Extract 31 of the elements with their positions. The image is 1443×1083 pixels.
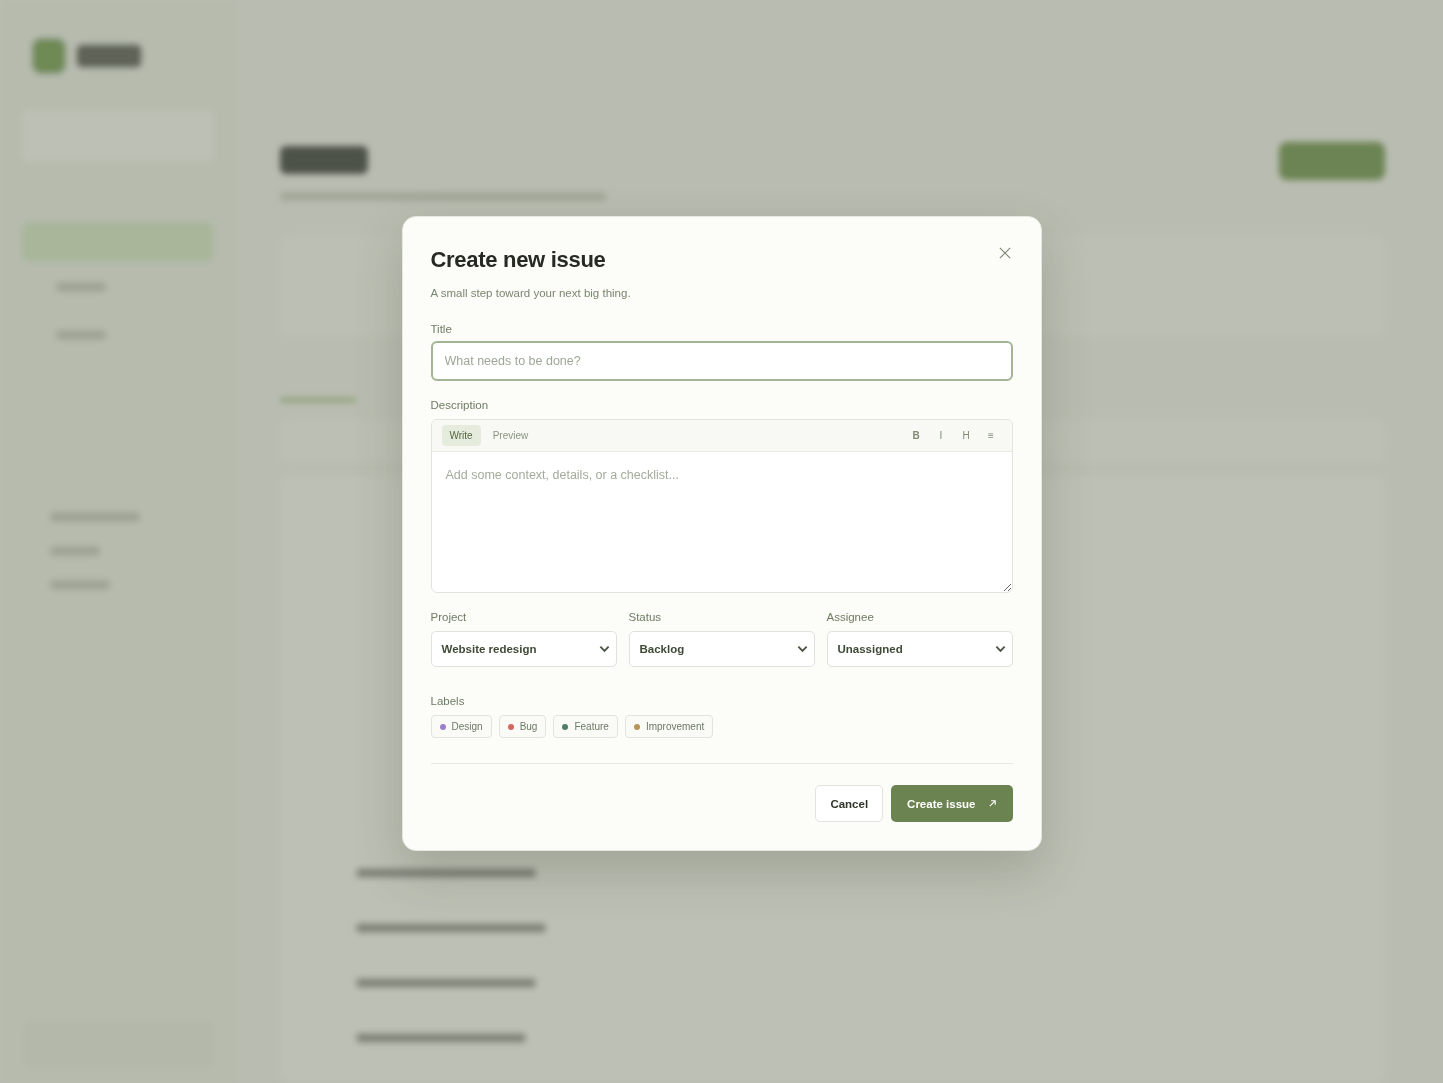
editor-tab[interactable]: Preview — [484, 425, 537, 446]
field-label: Description — [430, 399, 490, 411]
dialog-title: Create new issue — [430, 247, 607, 273]
title-input[interactable]: What needs to be done? — [430, 341, 1013, 381]
create-issue-button[interactable]: Create issue — [891, 785, 1013, 822]
description-textarea[interactable]: Add some context, details, or a checklist... — [431, 452, 1012, 592]
label-chip[interactable]: Design — [430, 715, 492, 738]
field-label: Title — [430, 323, 453, 335]
format-button[interactable]: B — [905, 426, 927, 445]
dropdown-select[interactable]: Backlog — [628, 631, 815, 667]
field-label: Assignee — [826, 611, 875, 623]
label-chip[interactable]: Bug — [498, 715, 547, 738]
format-button[interactable]: ≡ — [980, 426, 1002, 445]
chevron-down-icon — [796, 645, 808, 653]
close-icon[interactable] — [998, 247, 1011, 259]
arrow-up-right-icon — [987, 799, 997, 808]
editor-tab[interactable]: Write — [441, 425, 481, 446]
chevron-down-icon — [598, 645, 610, 653]
dropdown-select[interactable]: Unassigned — [826, 631, 1013, 667]
chevron-down-icon — [994, 645, 1006, 653]
dropdown-select[interactable]: Website redesign — [430, 631, 617, 667]
field-label: Project — [430, 611, 468, 623]
label-chip[interactable]: Improvement — [624, 715, 714, 738]
format-button[interactable]: H — [955, 426, 977, 445]
description-editor[interactable]: Write Preview B I H ≡ Add some context, details, or a checklist... — [430, 419, 1013, 593]
field-label: Status — [628, 611, 663, 623]
field-label: Labels — [430, 695, 466, 707]
cancel-button[interactable]: Cancel — [815, 785, 884, 822]
format-button[interactable]: I — [930, 426, 952, 445]
dialog-subtitle: A small step toward your next big thing. — [430, 287, 631, 299]
label-chip[interactable]: Feature — [553, 715, 618, 738]
